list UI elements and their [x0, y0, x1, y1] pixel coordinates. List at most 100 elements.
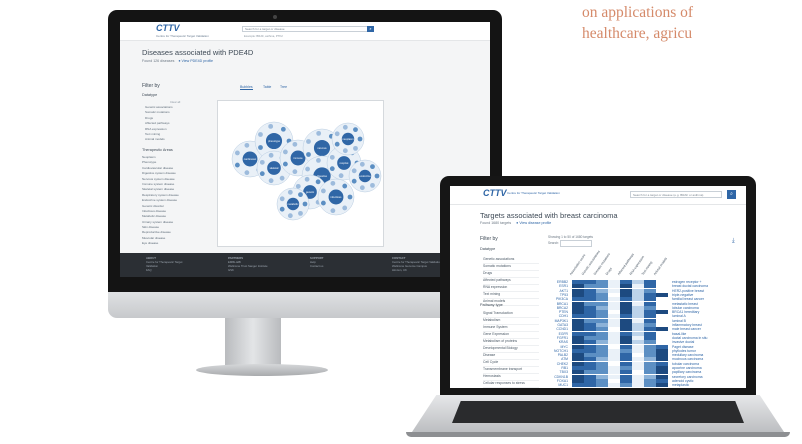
heatmap-cell[interactable] [656, 383, 668, 388]
bubble-leaf[interactable] [315, 179, 321, 185]
search-button[interactable]: ⌕ [367, 26, 374, 32]
bubble-leaf[interactable] [353, 127, 358, 133]
laptop-pathway-filter-item[interactable]: Cell Cycle [483, 360, 539, 367]
gene-label[interactable]: MUC1 [546, 383, 568, 387]
bubble-leaf[interactable] [334, 141, 340, 147]
laptop-datatype-filter-item[interactable]: Genetic associations [483, 257, 539, 264]
bubble-leaf[interactable] [292, 141, 298, 147]
bubble-leaf[interactable] [268, 178, 274, 184]
bubble-leaf[interactable] [295, 183, 301, 189]
bubble-leaf[interactable] [298, 192, 303, 198]
bubble-leaf[interactable] [374, 173, 380, 179]
laptop-pathway-filter-item[interactable]: Hemostasis [483, 374, 539, 381]
bubble-cluster[interactable]: endocrine [348, 159, 382, 193]
bubble-leaf[interactable] [305, 166, 310, 172]
bubble-leaf[interactable] [329, 166, 335, 172]
bubble-leaf[interactable] [342, 205, 348, 211]
bubble-leaf[interactable] [306, 152, 311, 157]
bubble-leaf[interactable] [280, 126, 286, 132]
bubble-leaf[interactable] [302, 201, 308, 207]
laptop-search-button[interactable]: ⌕ [727, 190, 736, 199]
logo[interactable]: CTTV [156, 23, 180, 33]
bubble-leaf[interactable] [351, 168, 357, 174]
bubble-leaf[interactable] [259, 159, 265, 165]
laptop-pathway-filter-item[interactable]: Developmental Biology [483, 346, 539, 353]
heatmap-cell[interactable] [596, 383, 608, 388]
laptop-pathway-heading[interactable]: Pathway type [480, 303, 503, 307]
heatmap-cell[interactable] [572, 383, 584, 388]
disease-link[interactable]: metaplastic [672, 383, 689, 387]
laptop-datatype-filter-item[interactable]: Text mining [483, 292, 539, 299]
tab-bubbles[interactable]: Bubbles [240, 85, 253, 90]
bubble-leaf[interactable] [320, 200, 326, 206]
bubble-leaf[interactable] [357, 136, 363, 142]
bubble-leaf[interactable] [258, 132, 263, 137]
therapeutic-areas-heading[interactable]: Therapeutic Areas [142, 148, 173, 152]
laptop-pathway-filter-item[interactable]: Gene Expression [483, 332, 539, 339]
footer-link[interactable]: GSK [228, 268, 268, 272]
laptop-datatype-filter-item[interactable]: Somatic mutations [483, 264, 539, 271]
heatmap-cell[interactable] [584, 383, 596, 388]
bubble-leaf[interactable] [316, 158, 321, 163]
bubble-leaf[interactable] [329, 154, 335, 160]
bubble-leaf[interactable] [338, 173, 344, 179]
bubble-leaf[interactable] [244, 142, 250, 148]
laptop-pathway-filter-item[interactable]: Metabolism of proteins [483, 339, 539, 346]
laptop-datatype-heading[interactable]: Datatype [480, 247, 495, 251]
datatype-filter-item[interactable]: Animal models [145, 137, 205, 142]
bubble-leaf[interactable] [268, 123, 274, 129]
footer-link[interactable]: Contact us [310, 264, 324, 268]
heatmap-column-header[interactable]: Animal models [653, 257, 668, 276]
bubble-leaf[interactable] [234, 162, 240, 168]
bubble-leaf[interactable] [279, 206, 285, 212]
tab-table[interactable]: Table [263, 85, 271, 89]
tab-tree[interactable]: Tree [280, 85, 287, 89]
heatmap-column-header[interactable]: Drugs [605, 267, 613, 276]
laptop-search-input[interactable]: Search for a target or disease (e.g. BRA… [630, 191, 722, 198]
bubble-leaf[interactable] [370, 164, 375, 170]
bubble-leaf[interactable] [342, 183, 348, 189]
bubble-leaf[interactable] [316, 130, 322, 136]
bubble-leaf[interactable] [279, 175, 285, 181]
heatmap-cell[interactable] [632, 383, 644, 388]
bubble-leaf[interactable] [304, 176, 310, 182]
bubble-leaf[interactable] [342, 124, 348, 130]
laptop-profile-link[interactable]: ● View disease profile [516, 221, 551, 225]
heatmap-cell[interactable] [620, 383, 632, 388]
bubble-leaf[interactable] [347, 194, 353, 200]
bubble-cluster[interactable]: metabolic [276, 187, 310, 221]
bubble-leaf[interactable] [298, 210, 303, 216]
bubble-leaf[interactable] [353, 145, 358, 151]
bubble-leaf[interactable] [259, 171, 265, 177]
laptop-datatype-filter-item[interactable]: Affected pathways [483, 278, 539, 285]
laptop-logo[interactable]: CTTV [483, 188, 507, 198]
laptop-pathway-filter-item[interactable]: Signal Transduction [483, 311, 539, 318]
bubble-leaf[interactable] [258, 145, 263, 150]
bubble-leaf[interactable] [234, 150, 240, 156]
search-input[interactable]: Search for a target or disease [242, 26, 368, 32]
bubble-leaf[interactable] [370, 182, 375, 188]
bubble-leaf[interactable] [330, 180, 336, 186]
bubble-leaf[interactable] [330, 208, 336, 214]
laptop-pathway-filter-item[interactable]: Immune System [483, 325, 539, 332]
bubble-leaf[interactable] [359, 185, 365, 191]
bubble-cluster[interactable]: infectious [317, 178, 355, 216]
bubble-leaf[interactable] [359, 161, 365, 167]
bubble-leaf[interactable] [268, 152, 274, 158]
bubble-leaf[interactable] [279, 196, 285, 202]
bubble-leaf[interactable] [320, 188, 326, 194]
bubble-leaf[interactable] [306, 139, 311, 144]
footer-link[interactable]: FAQ [146, 268, 182, 272]
bubble-leaf[interactable] [287, 213, 293, 219]
laptop-pathway-filter-item[interactable]: Transmembrane transport [483, 367, 539, 374]
therapeutic-filter-item[interactable]: Eye disease [142, 241, 202, 246]
heatmap-cell[interactable] [644, 383, 656, 388]
laptop-pathway-filter-item[interactable]: Disease [483, 353, 539, 360]
datatype-heading[interactable]: Datatype [142, 93, 157, 97]
bubble-cluster[interactable]: neoplasm [331, 122, 365, 156]
bubble-leaf[interactable] [282, 161, 288, 167]
laptop-datatype-filter-item[interactable]: Drugs [483, 271, 539, 278]
heatmap-cell[interactable] [608, 383, 620, 388]
bubble-leaf[interactable] [351, 178, 357, 184]
heatmap-column-header[interactable]: Text mining [641, 260, 654, 276]
